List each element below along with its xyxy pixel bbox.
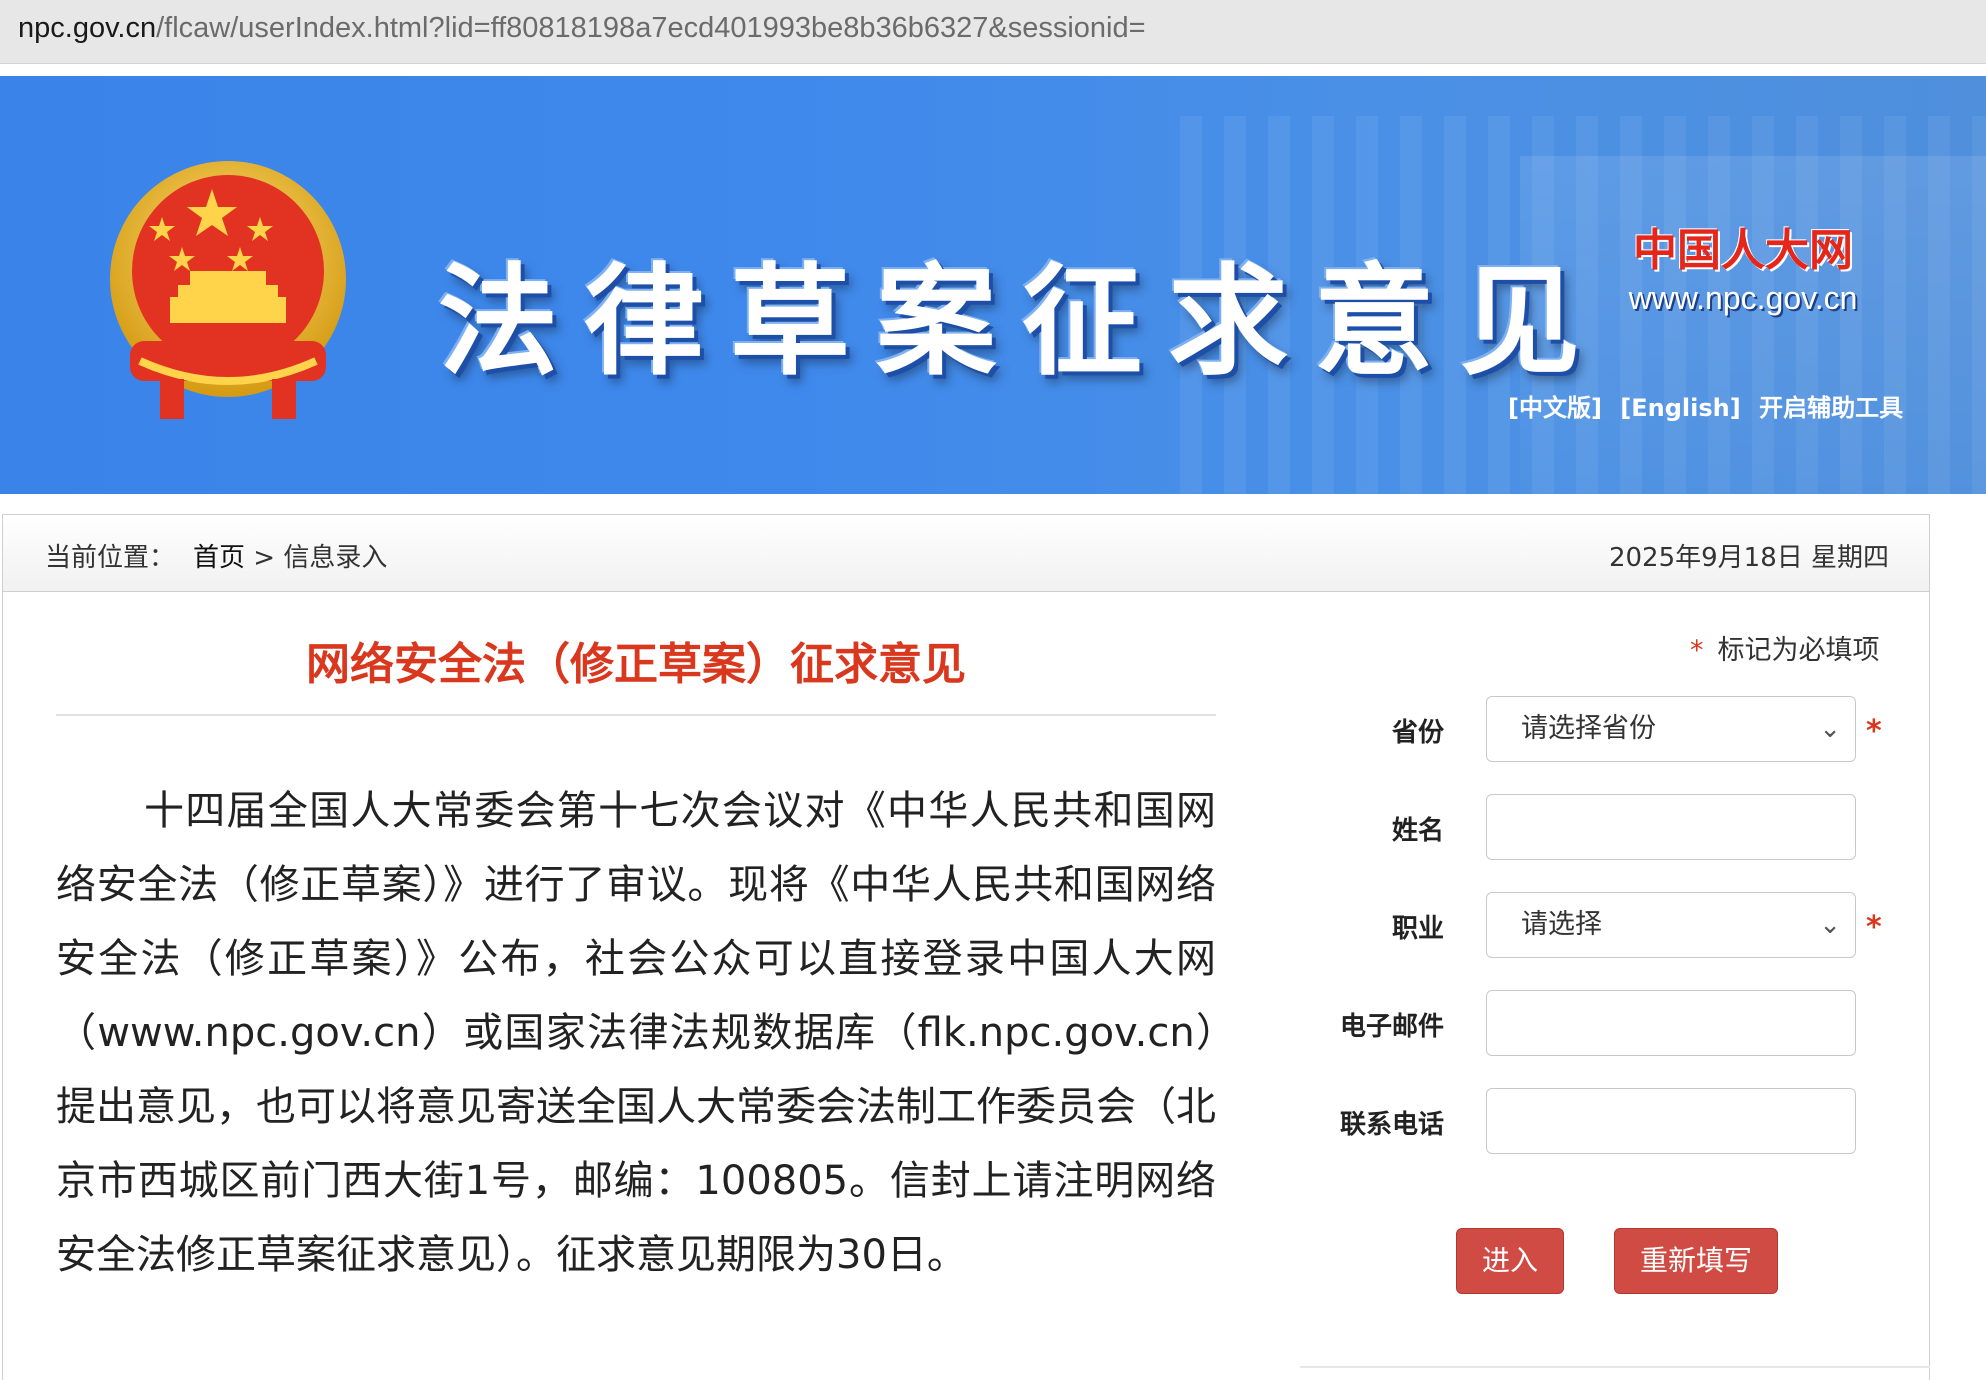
npc-site-logo[interactable]: 中国人大网 www.npc.gov.cn bbox=[1618, 214, 1868, 317]
page-title: 网络安全法（修正草案）征求意见 bbox=[306, 639, 966, 690]
url-host: npc.gov.cn bbox=[18, 12, 157, 44]
english-version-link[interactable]: [English] bbox=[1620, 394, 1740, 422]
province-row: 省份 请选择省份 ⌄ * bbox=[1300, 696, 1940, 766]
banner-title: 法律草案征求意见 bbox=[438, 251, 1606, 392]
province-select[interactable]: 请选择省份 ⌄ bbox=[1486, 696, 1856, 762]
name-input[interactable] bbox=[1486, 794, 1856, 860]
breadcrumb-separator: > bbox=[253, 543, 276, 573]
accessibility-tools-link[interactable]: 开启辅助工具 bbox=[1759, 394, 1903, 422]
breadcrumb-home-link[interactable]: 首页 bbox=[193, 543, 245, 573]
browser-url-bar[interactable]: npc.gov.cn/flcaw/userIndex.html?lid=ff80… bbox=[0, 0, 1986, 64]
occupation-select[interactable]: 请选择 ⌄ bbox=[1486, 892, 1856, 958]
email-row: 电子邮件 bbox=[1300, 990, 1940, 1060]
national-emblem-icon bbox=[110, 161, 346, 419]
breadcrumb-bar: 当前位置： 首页 > 信息录入 2025年9月18日 星期四 bbox=[2, 514, 1930, 592]
chinese-version-link[interactable]: [中文版] bbox=[1508, 394, 1602, 422]
province-select-value: 请选择省份 bbox=[1521, 713, 1656, 744]
occupation-row: 职业 请选择 ⌄ * bbox=[1300, 892, 1940, 962]
current-date: 2025年9月18日 星期四 bbox=[1608, 543, 1889, 573]
required-hint-text: 标记为必填项 bbox=[1717, 635, 1880, 666]
reset-button[interactable]: 重新填写 bbox=[1614, 1228, 1778, 1294]
url-text[interactable]: npc.gov.cn/flcaw/userIndex.html?lid=ff80… bbox=[18, 12, 1146, 45]
phone-label: 联系电话 bbox=[1339, 1110, 1444, 1140]
email-label: 电子邮件 bbox=[1339, 1012, 1444, 1042]
breadcrumb-current: 信息录入 bbox=[283, 543, 388, 573]
title-divider bbox=[56, 714, 1216, 716]
breadcrumb: 当前位置： 首页 > 信息录入 bbox=[45, 537, 387, 574]
form-bottom-divider bbox=[1300, 1366, 1930, 1368]
npc-logo-cn: 中国人大网 bbox=[1633, 225, 1853, 276]
phone-row: 联系电话 bbox=[1300, 1088, 1940, 1158]
name-row: 姓名 bbox=[1300, 794, 1940, 864]
enter-button[interactable]: 进入 bbox=[1456, 1228, 1564, 1294]
required-hint: * 标记为必填项 bbox=[1690, 628, 1880, 667]
name-label: 姓名 bbox=[1391, 816, 1444, 846]
phone-input[interactable] bbox=[1486, 1088, 1856, 1154]
province-label: 省份 bbox=[1391, 718, 1444, 748]
banner-links: [中文版] [English] 开启辅助工具 bbox=[1508, 388, 1913, 423]
email-input[interactable] bbox=[1486, 990, 1856, 1056]
npc-logo-url: www.npc.gov.cn bbox=[1628, 280, 1858, 316]
url-path: /flcaw/userIndex.html?lid=ff80818198a7ec… bbox=[156, 12, 1146, 44]
breadcrumb-prefix: 当前位置： bbox=[45, 543, 176, 573]
occupation-label: 职业 bbox=[1391, 914, 1444, 944]
notice-text: 十四届全国人大常委会第十七次会议对《中华人民共和国网络安全法（修正草案）》进行了… bbox=[56, 788, 1216, 1278]
occupation-select-value: 请选择 bbox=[1521, 909, 1602, 940]
province-required-star: * bbox=[1866, 714, 1882, 749]
occupation-required-star: * bbox=[1866, 910, 1882, 945]
chevron-down-icon: ⌄ bbox=[1819, 714, 1841, 744]
chevron-down-icon: ⌄ bbox=[1819, 910, 1841, 940]
required-star: * bbox=[1690, 635, 1704, 666]
site-banner: 法律草案征求意见 中国人大网 www.npc.gov.cn [中文版] [Eng… bbox=[0, 76, 1986, 494]
